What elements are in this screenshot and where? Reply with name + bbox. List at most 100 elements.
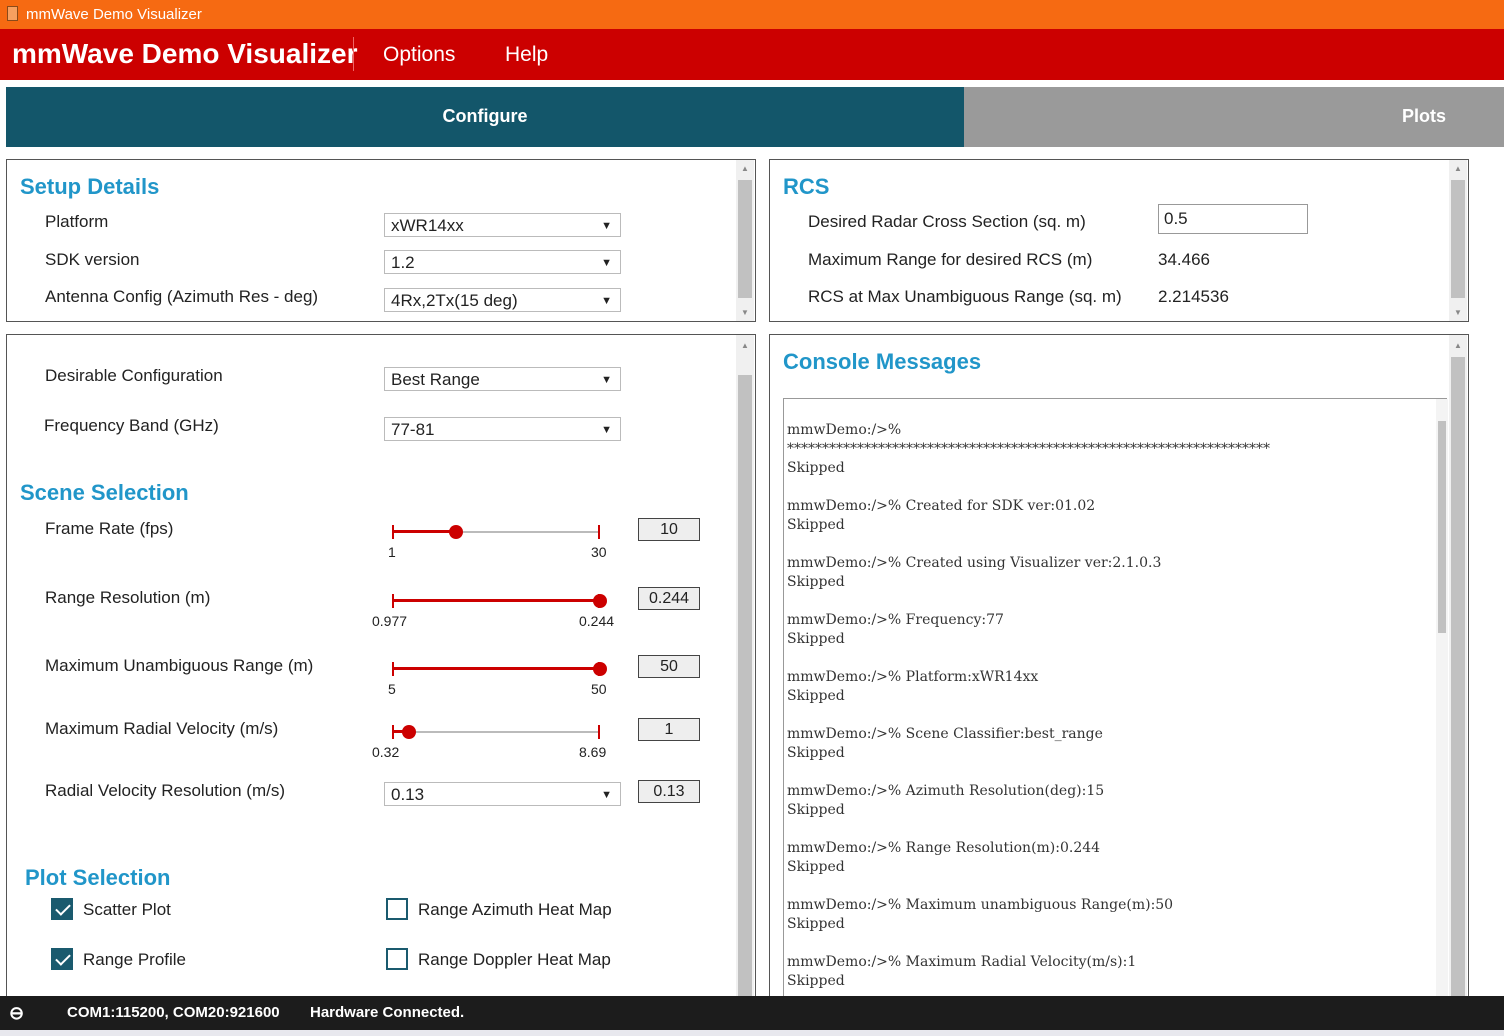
scrollbar-thumb[interactable] xyxy=(738,375,752,1005)
max-radial-velocity-value[interactable]: 1 xyxy=(638,718,700,741)
slider-min-tick xyxy=(392,725,394,739)
max-unambiguous-range-label: Maximum Unambiguous Range (m) xyxy=(45,656,314,675)
chevron-down-icon: ▼ xyxy=(601,257,612,269)
platform-label: Platform xyxy=(45,212,109,231)
max-unambiguous-range-max: 50 xyxy=(591,681,607,697)
sdk-version-value: 1.2 xyxy=(391,253,415,272)
frame-rate-slider[interactable] xyxy=(392,522,600,542)
max-radial-velocity-slider[interactable] xyxy=(392,722,600,742)
desirable-config-label: Desirable Configuration xyxy=(45,366,223,385)
plot-selection-heading: Plot Selection xyxy=(25,865,171,890)
document-icon xyxy=(7,6,18,21)
link-icon: ⊖ xyxy=(9,1003,25,1023)
range-resolution-min: 0.977 xyxy=(372,613,408,629)
desirable-config-value: Best Range xyxy=(391,370,480,389)
scrollbar-thumb[interactable] xyxy=(1438,421,1446,633)
rcs-panel: RCS Desired Radar Cross Section (sq. m) … xyxy=(769,159,1469,322)
scroll-down-icon[interactable]: ▼ xyxy=(736,308,754,317)
menu-help[interactable]: Help xyxy=(505,43,548,67)
velocity-resolution-select[interactable]: 0.13 ▼ xyxy=(384,782,621,806)
slider-min-tick xyxy=(392,525,394,539)
scrollbar-thumb[interactable] xyxy=(738,180,752,298)
chevron-down-icon: ▼ xyxy=(601,789,612,801)
console-log-scrollbar[interactable] xyxy=(1436,399,1448,996)
setup-scrollbar[interactable]: ▲ ▼ xyxy=(736,160,754,321)
tab-configure[interactable]: Configure xyxy=(6,87,964,147)
slider-knob[interactable] xyxy=(449,525,464,539)
console-message: mmwDemo:/>% Platform:xWR14xx Skipped xyxy=(787,669,1039,704)
console-message: mmwDemo:/>% Scene Classifier:best_range … xyxy=(787,726,1103,761)
taskbar-strip xyxy=(0,1030,1504,1036)
chevron-down-icon: ▼ xyxy=(601,374,612,386)
console-message: mmwDemo:/>% Range Resolution(m):0.244 Sk… xyxy=(787,840,1101,875)
menu-options[interactable]: Options xyxy=(383,43,455,67)
status-bar: ⊖ COM1:115200, COM20:921600 Hardware Con… xyxy=(0,996,1504,1030)
platform-select[interactable]: xWR14xx ▼ xyxy=(384,213,621,237)
range-profile-checkbox[interactable] xyxy=(51,948,73,970)
max-unambiguous-range-slider[interactable] xyxy=(392,659,607,679)
sdk-version-label: SDK version xyxy=(45,250,140,269)
range-profile-label: Range Profile xyxy=(83,950,187,969)
slider-max-tick xyxy=(598,725,600,739)
rcs-scrollbar[interactable]: ▲ ▼ xyxy=(1449,160,1467,321)
scroll-up-icon[interactable]: ▲ xyxy=(1449,164,1467,173)
desirable-config-select[interactable]: Best Range ▼ xyxy=(384,367,621,391)
scroll-up-icon[interactable]: ▲ xyxy=(1449,341,1467,350)
scene-selection-heading: Scene Selection xyxy=(20,480,189,505)
slider-fill xyxy=(392,667,600,670)
app-brand: mmWave Demo Visualizer xyxy=(12,38,358,69)
window-title: mmWave Demo Visualizer xyxy=(26,6,202,23)
chevron-down-icon: ▼ xyxy=(601,424,612,436)
setup-details-heading: Setup Details xyxy=(20,174,160,199)
frame-rate-label: Frame Rate (fps) xyxy=(45,519,174,538)
max-range-rcs-label: Maximum Range for desired RCS (m) xyxy=(808,250,1093,269)
console-log[interactable]: mmwDemo:/>% ****************************… xyxy=(783,398,1447,996)
scroll-up-icon[interactable]: ▲ xyxy=(736,341,754,350)
scrollbar-thumb[interactable] xyxy=(1451,180,1465,298)
desired-rcs-label: Desired Radar Cross Section (sq. m) xyxy=(808,212,1086,231)
scroll-down-icon[interactable]: ▼ xyxy=(1449,308,1467,317)
scatter-plot-checkbox[interactable] xyxy=(51,898,73,920)
antenna-config-select[interactable]: 4Rx,2Tx(15 deg) ▼ xyxy=(384,288,621,312)
slider-knob[interactable] xyxy=(593,662,607,676)
scroll-up-icon[interactable]: ▲ xyxy=(736,164,754,173)
console-message: mmwDemo:/>% Maximum unambiguous Range(m)… xyxy=(787,897,1174,932)
range-resolution-slider[interactable] xyxy=(392,591,607,611)
config-scrollbar[interactable]: ▲ xyxy=(736,335,754,1005)
velocity-resolution-label: Radial Velocity Resolution (m/s) xyxy=(45,781,285,800)
console-message: mmwDemo:/>% Frequency:77 Skipped xyxy=(787,612,1004,647)
scatter-plot-label: Scatter Plot xyxy=(83,900,171,919)
slider-knob[interactable] xyxy=(401,725,416,739)
rcs-max-range-value: 2.214536 xyxy=(1158,287,1229,306)
slider-fill xyxy=(392,599,600,602)
velocity-resolution-value: 0.13 xyxy=(638,780,700,803)
console-message: mmwDemo:/>% Azimuth Resolution(deg):15 S… xyxy=(787,783,1105,818)
slider-fill xyxy=(392,530,457,533)
header-divider xyxy=(353,37,354,71)
tab-bar: Configure Plots xyxy=(6,87,1504,147)
frequency-band-value: 77-81 xyxy=(391,420,435,439)
frame-rate-min: 1 xyxy=(388,544,396,560)
tab-plots[interactable]: Plots xyxy=(964,87,1504,147)
max-unambiguous-range-value[interactable]: 50 xyxy=(638,655,700,678)
max-radial-velocity-min: 0.32 xyxy=(372,744,400,760)
range-azimuth-heatmap-label: Range Azimuth Heat Map xyxy=(418,900,612,919)
range-resolution-value[interactable]: 0.244 xyxy=(638,587,700,610)
velocity-resolution-select-value: 0.13 xyxy=(391,785,425,804)
sdk-version-select[interactable]: 1.2 ▼ xyxy=(384,250,621,274)
desired-rcs-input[interactable]: 0.5 xyxy=(1158,204,1308,234)
console-panel-scrollbar[interactable]: ▲ xyxy=(1449,335,1467,1007)
range-azimuth-heatmap-checkbox[interactable] xyxy=(386,898,408,920)
scrollbar-thumb[interactable] xyxy=(1451,357,1465,1007)
frequency-band-label: Frequency Band (GHz) xyxy=(44,416,219,435)
range-doppler-heatmap-checkbox[interactable] xyxy=(386,948,408,970)
console-message: mmwDemo:/>% Maximum Radial Velocity(m/s)… xyxy=(787,954,1137,989)
frame-rate-value[interactable]: 10 xyxy=(638,518,700,541)
console-message: mmwDemo:/>% ****************************… xyxy=(787,422,1270,476)
slider-knob[interactable] xyxy=(593,594,607,608)
max-unambiguous-range-min: 5 xyxy=(388,681,396,697)
slider-min-tick xyxy=(392,662,394,676)
frequency-band-select[interactable]: 77-81 ▼ xyxy=(384,417,621,441)
rcs-heading: RCS xyxy=(783,174,830,199)
range-doppler-heatmap-label: Range Doppler Heat Map xyxy=(418,950,611,969)
